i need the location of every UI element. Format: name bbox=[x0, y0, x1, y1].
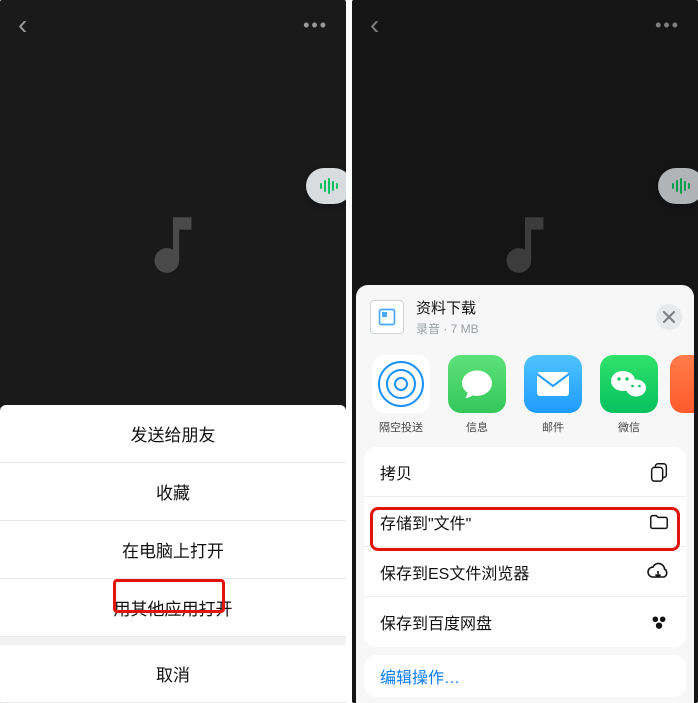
file-type-icon bbox=[370, 300, 404, 334]
topbar: ‹ ••• bbox=[0, 0, 346, 50]
file-info: 资料下载 录音 · 7 MB bbox=[416, 297, 644, 337]
share-airdrop[interactable]: 隔空投送 bbox=[366, 355, 436, 435]
share-wechat[interactable]: 微信 bbox=[594, 355, 664, 435]
voice-badge[interactable] bbox=[306, 168, 346, 204]
cloud-download-icon bbox=[646, 561, 670, 583]
share-label: 隔空投送 bbox=[379, 419, 423, 435]
baidu-icon bbox=[648, 611, 670, 633]
close-button[interactable] bbox=[656, 304, 682, 330]
action-label: 存储到"文件" bbox=[380, 510, 471, 534]
more-button[interactable]: ••• bbox=[303, 15, 328, 36]
file-meta: 录音 · 7 MB bbox=[416, 320, 644, 337]
mail-icon bbox=[535, 370, 571, 398]
action-save-to-baidu[interactable]: 保存到百度网盘 bbox=[364, 597, 686, 647]
menu-separator bbox=[0, 637, 346, 645]
share-more-cut[interactable] bbox=[670, 355, 694, 419]
menu-open-with-other[interactable]: 用其他应用打开 bbox=[0, 579, 346, 637]
action-sheet: 发送给朋友 收藏 在电脑上打开 用其他应用打开 取消 bbox=[0, 405, 346, 703]
action-save-to-es[interactable]: 保存到ES文件浏览器 bbox=[364, 547, 686, 597]
action-save-to-files[interactable]: 存储到"文件" bbox=[364, 497, 686, 547]
airdrop-icon bbox=[378, 361, 424, 407]
share-sheet: 资料下载 录音 · 7 MB 隔空投送 信息 bbox=[356, 285, 694, 703]
messages-icon bbox=[459, 366, 495, 402]
folder-icon bbox=[648, 511, 670, 533]
share-label: 信息 bbox=[466, 419, 488, 435]
wechat-icon bbox=[609, 367, 649, 401]
share-mail[interactable]: 邮件 bbox=[518, 355, 588, 435]
share-label: 邮件 bbox=[542, 419, 564, 435]
actions-list: 拷贝 存储到"文件" 保存到ES文件浏览器 保存到百度网盘 bbox=[364, 447, 686, 647]
screen-right: ‹ ••• 资料下载 录音 · 7 MB 隔空投送 bbox=[352, 0, 698, 703]
music-note-icon bbox=[136, 208, 210, 282]
share-sheet-header: 资料下载 录音 · 7 MB bbox=[356, 285, 694, 349]
menu-send-to-friend[interactable]: 发送给朋友 bbox=[0, 405, 346, 463]
action-label: 保存到百度网盘 bbox=[380, 610, 492, 634]
screen-left: ‹ ••• 资料下载.mp3 发送给朋友 收藏 在电脑上打开 用其他应用打开 取… bbox=[0, 0, 346, 703]
file-title: 资料下载 bbox=[416, 297, 644, 318]
action-label: 拷贝 bbox=[380, 460, 412, 484]
menu-favorite[interactable]: 收藏 bbox=[0, 463, 346, 521]
action-copy[interactable]: 拷贝 bbox=[364, 447, 686, 497]
waveform-icon bbox=[319, 178, 339, 194]
menu-cancel[interactable]: 取消 bbox=[0, 645, 346, 703]
edit-actions-row[interactable]: 编辑操作… bbox=[364, 655, 686, 697]
share-messages[interactable]: 信息 bbox=[442, 355, 512, 435]
edit-label: 编辑操作… bbox=[380, 664, 460, 688]
copy-icon bbox=[648, 461, 670, 483]
close-icon bbox=[663, 311, 675, 323]
menu-open-on-pc[interactable]: 在电脑上打开 bbox=[0, 521, 346, 579]
share-targets: 隔空投送 信息 邮件 微信 bbox=[356, 349, 694, 441]
action-label: 保存到ES文件浏览器 bbox=[380, 560, 529, 584]
share-label: 微信 bbox=[618, 419, 640, 435]
music-preview bbox=[0, 50, 346, 440]
back-button[interactable]: ‹ bbox=[18, 11, 27, 39]
